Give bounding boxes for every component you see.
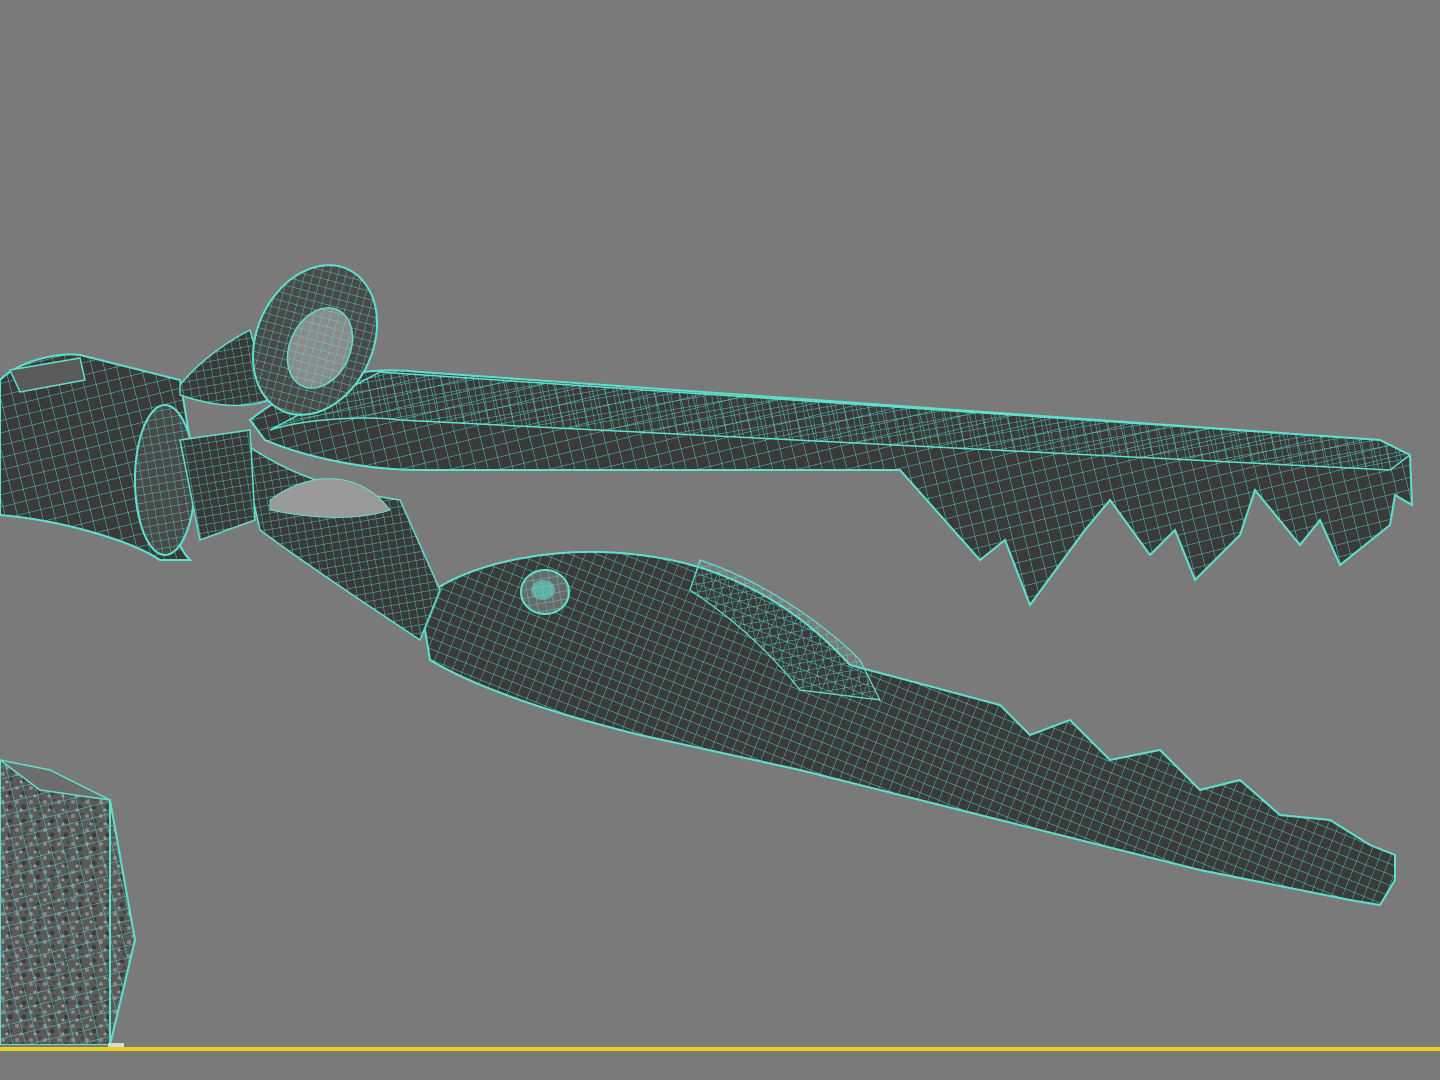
viewport-canvas[interactable] (0, 0, 1440, 1080)
viewport-active-border (0, 1047, 1440, 1051)
perspective-viewport[interactable] (0, 0, 1440, 1080)
textured-block-mesh[interactable] (0, 758, 137, 1046)
viewport-tick-mark (108, 1043, 124, 1047)
lower-jaw-mesh[interactable] (418, 551, 1396, 907)
rivet-icon[interactable] (520, 569, 570, 615)
